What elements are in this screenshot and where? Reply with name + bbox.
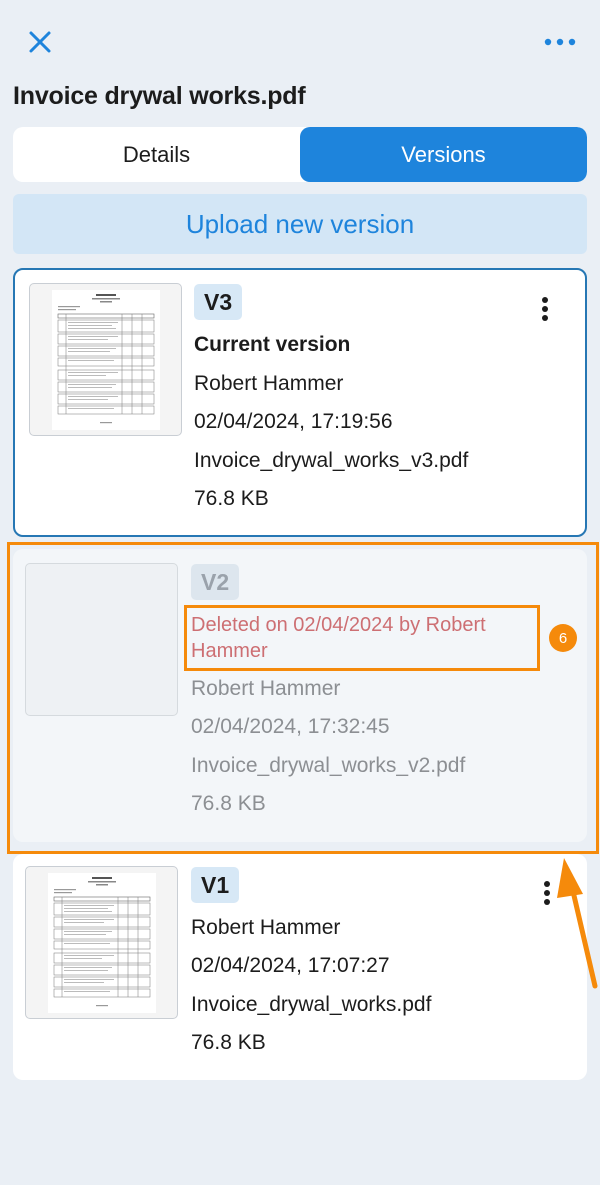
more-options-button[interactable] [540,30,580,54]
tab-details[interactable]: Details [13,127,300,182]
document-thumbnail[interactable] [29,283,182,436]
version-badge: V3 [194,284,243,320]
version-badge: V1 [191,867,240,903]
version-card-v2[interactable]: V2 Deleted on 02/04/2024 by Robert Hamme… [13,549,587,842]
version-size: 76.8 KB [191,1031,266,1054]
version-author: Robert Hammer [191,916,341,939]
kebab-dot [542,297,548,303]
close-icon [29,31,51,53]
tab-bar: Details Versions [13,127,587,182]
step-number-badge: 6 [549,624,577,652]
document-thumbnail-placeholder [25,563,178,716]
version-card-v3[interactable]: V3 Current version Robert Hammer 02/04/2… [13,268,587,537]
version-filename: Invoice_drywal_works_v3.pdf [194,449,469,472]
kebab-dot [544,881,550,887]
top-bar [0,0,600,80]
kebab-dot [542,306,548,312]
version-card-v1[interactable]: V1 Robert Hammer 02/04/2024, 17:07:27 In… [13,854,587,1080]
tab-versions[interactable]: Versions [300,127,587,182]
more-horizontal-icon [544,38,576,46]
kebab-dot [542,315,548,321]
version-timestamp: 02/04/2024, 17:19:56 [194,410,393,433]
page-title: Invoice drywal works.pdf [13,82,306,110]
upload-new-version-button[interactable]: Upload new version [13,194,587,254]
version-size: 76.8 KB [191,792,266,815]
close-button[interactable] [26,28,54,56]
document-page-preview [52,290,160,430]
deleted-note: Deleted on 02/04/2024 by Robert Hammer [191,614,486,662]
document-preview-icon [57,294,155,424]
current-version-label: Current version [194,333,351,356]
version-menu-button[interactable] [535,294,555,328]
document-thumbnail[interactable] [25,866,178,1019]
version-filename: Invoice_drywal_works_v2.pdf [191,754,466,777]
version-size: 76.8 KB [194,487,269,510]
document-page-preview [48,873,156,1013]
document-preview-icon [53,877,151,1007]
version-filename: Invoice_drywal_works.pdf [191,993,432,1016]
version-author: Robert Hammer [194,372,344,395]
version-menu-button[interactable] [537,878,557,912]
kebab-dot [544,899,550,905]
version-timestamp: 02/04/2024, 17:32:45 [191,715,390,738]
kebab-dot [544,890,550,896]
version-badge: V2 [191,564,240,600]
version-timestamp: 02/04/2024, 17:07:27 [191,954,390,977]
version-author: Robert Hammer [191,677,341,700]
